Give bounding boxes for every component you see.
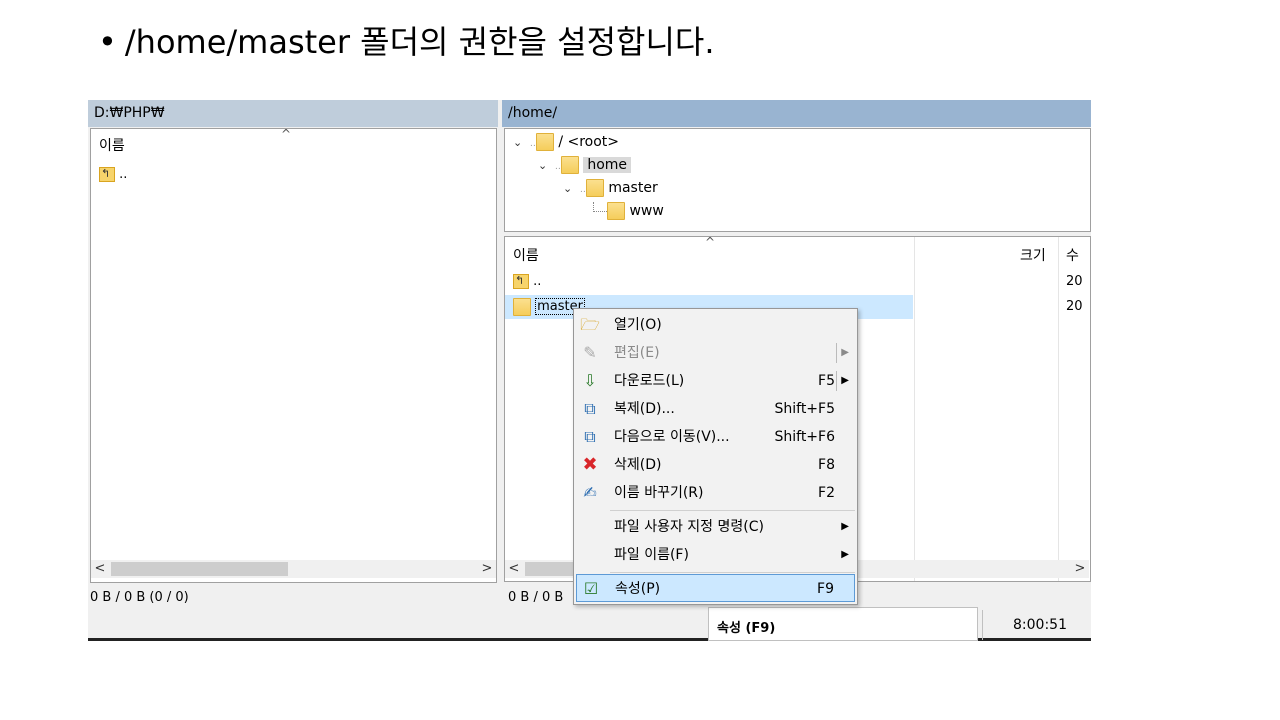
submenu-arrow-icon[interactable]: ▶: [841, 367, 849, 395]
clock: 8:00:51: [982, 610, 1091, 640]
properties-icon: ☑: [583, 579, 599, 598]
menu-separator: [610, 510, 855, 511]
remote-directory-tree: ⌄ ‥ / <root> ⌄ ‥ home ⌄ ‥ master www: [504, 128, 1091, 232]
remote-path-bar[interactable]: /home/: [502, 100, 1091, 127]
chevron-down-icon[interactable]: ⌄: [513, 132, 527, 154]
menu-item-label: 열기(O): [614, 317, 662, 333]
split-button-divider: [836, 343, 837, 363]
local-file-list[interactable]: 이름 ^ ..: [90, 128, 497, 583]
tree-node-master[interactable]: ⌄ ‥ master: [563, 177, 658, 199]
menu-item-shortcut: Shift+F6: [774, 429, 835, 445]
menu-item-duplicate[interactable]: ⧉ 복제(D)... Shift+F5: [576, 395, 855, 423]
modified-cell: 20: [1066, 299, 1083, 314]
tree-label: master: [608, 180, 658, 196]
split-button-divider: [836, 371, 837, 391]
edit-icon: ✎: [583, 343, 597, 362]
column-divider[interactable]: [914, 237, 915, 581]
remote-column-name[interactable]: 이름: [513, 245, 539, 265]
folder-icon: [535, 133, 554, 151]
context-menu: 🗁 열기(O) ✎ 편집(E) ▶ ⇩ 다운로드(L) F5 ▶ ⧉ 복제(D)…: [573, 308, 858, 605]
delete-icon: ✖: [582, 454, 598, 475]
folder-icon: [585, 179, 604, 197]
sort-ascending-icon: ^: [705, 236, 716, 249]
slide-title: •/home/master 폴더의 권한을 설정합니다.: [98, 20, 715, 64]
tree-label: home: [583, 157, 632, 173]
menu-item-label: 파일 사용자 지정 명령(C): [614, 519, 764, 535]
tree-node-home[interactable]: ⌄ ‥ home: [538, 154, 632, 177]
modified-cell: 20: [1066, 274, 1083, 289]
remote-status-text: 0 B / 0 B: [508, 590, 564, 605]
menu-item-edit[interactable]: ✎ 편집(E) ▶: [576, 339, 855, 367]
parent-folder-icon: [99, 164, 115, 184]
menu-item-shortcut: F9: [817, 581, 834, 597]
remote-column-modified[interactable]: 수: [1066, 245, 1079, 265]
folder-icon: [560, 156, 579, 174]
local-horizontal-scrollbar[interactable]: < >: [91, 560, 496, 578]
menu-item-rename[interactable]: ✍ 이름 바꾸기(R) F2: [576, 479, 855, 507]
scroll-right-icon[interactable]: >: [478, 560, 496, 578]
sort-ascending-icon: ^: [281, 128, 292, 141]
scrollbar-thumb[interactable]: [111, 562, 288, 576]
menu-item-properties[interactable]: ☑ 속성(P) F9: [576, 574, 855, 602]
tree-label: / <root>: [558, 134, 620, 150]
submenu-arrow-icon[interactable]: ▶: [841, 339, 849, 367]
tree-label: www: [629, 203, 664, 219]
local-path-bar[interactable]: D:₩PHP₩: [88, 100, 498, 127]
tree-node-www[interactable]: www: [593, 200, 664, 222]
parent-folder-icon: [513, 271, 529, 291]
menu-item-move[interactable]: ⧉ 다음으로 이동(V)... Shift+F6: [576, 423, 855, 451]
scroll-right-icon[interactable]: >: [1071, 560, 1089, 578]
chevron-down-icon[interactable]: ⌄: [538, 155, 552, 177]
tooltip: 속성 (F9): [708, 607, 978, 641]
remote-parent-dir-label: ..: [533, 274, 542, 289]
menu-item-shortcut: F2: [818, 485, 835, 501]
scroll-left-icon[interactable]: <: [505, 560, 523, 578]
menu-item-file-names[interactable]: 파일 이름(F) ▶: [576, 541, 855, 569]
menu-item-shortcut: F5: [818, 373, 835, 389]
scroll-left-icon[interactable]: <: [91, 560, 109, 578]
move-icon: ⧉: [584, 427, 596, 446]
bullet: •: [98, 23, 117, 61]
menu-item-open[interactable]: 🗁 열기(O): [576, 311, 855, 339]
menu-item-label: 이름 바꾸기(R): [614, 485, 704, 501]
tree-node-root[interactable]: ⌄ ‥ / <root>: [513, 131, 619, 153]
local-parent-dir-row[interactable]: ..: [99, 164, 128, 185]
folder-icon: [513, 297, 531, 316]
submenu-arrow-icon: ▶: [841, 549, 849, 560]
menu-item-shortcut: Shift+F5: [774, 401, 835, 417]
local-panel: D:₩PHP₩ 이름 ^ .. < > 0 B / 0 B (0 / 0): [88, 100, 498, 641]
local-status-text: 0 B / 0 B (0 / 0): [90, 590, 189, 605]
menu-item-label: 다음으로 이동(V)...: [614, 429, 730, 445]
menu-item-label: 다운로드(L): [614, 373, 685, 389]
menu-item-label: 복제(D)...: [614, 401, 675, 417]
chevron-down-icon[interactable]: ⌄: [563, 178, 577, 200]
menu-item-custom-commands[interactable]: 파일 사용자 지정 명령(C) ▶: [576, 513, 855, 541]
menu-item-download[interactable]: ⇩ 다운로드(L) F5 ▶: [576, 367, 855, 395]
column-divider[interactable]: [1058, 237, 1059, 581]
menu-separator: [610, 572, 855, 573]
submenu-arrow-icon: ▶: [841, 521, 849, 532]
local-column-name[interactable]: 이름: [99, 135, 125, 155]
remote-column-size[interactable]: 크기: [1020, 245, 1046, 265]
remote-parent-dir-row[interactable]: ..: [513, 271, 542, 292]
menu-item-shortcut: F8: [818, 457, 835, 473]
menu-item-label: 속성(P): [615, 581, 661, 597]
folder-icon: [607, 202, 625, 220]
local-parent-dir-label: ..: [119, 167, 128, 182]
download-icon: ⇩: [583, 371, 597, 390]
tree-connector: [593, 202, 607, 212]
menu-item-delete[interactable]: ✖ 삭제(D) F8: [576, 451, 855, 479]
rename-icon: ✍: [583, 483, 597, 502]
slide-title-text: /home/master 폴더의 권한을 설정합니다.: [124, 23, 715, 61]
menu-item-label: 편집(E): [614, 345, 660, 361]
duplicate-icon: ⧉: [584, 399, 596, 418]
menu-item-label: 파일 이름(F): [614, 547, 689, 563]
open-folder-icon: 🗁: [580, 315, 600, 334]
menu-item-label: 삭제(D): [614, 457, 662, 473]
